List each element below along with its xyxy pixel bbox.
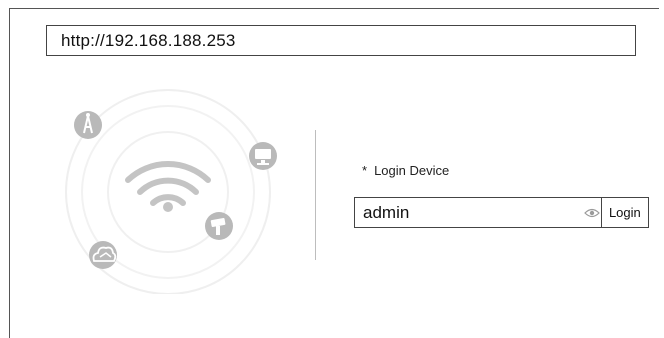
login-form: Login (354, 197, 649, 228)
eye-icon[interactable] (584, 198, 601, 227)
username-input[interactable] (355, 198, 584, 227)
vertical-divider (315, 130, 316, 260)
cloud-icon (89, 241, 117, 269)
network-illustration (65, 89, 277, 294)
wifi-icon (125, 161, 211, 212)
antenna-icon (74, 111, 102, 139)
monitor-icon (249, 142, 277, 170)
url-bar[interactable]: http://192.168.188.253 (46, 25, 636, 56)
login-device-text: Login Device (374, 163, 450, 178)
login-device-label: * Login Device (362, 163, 449, 178)
camera-icon (205, 212, 233, 240)
required-marker: * (362, 163, 368, 178)
login-button[interactable]: Login (600, 198, 648, 227)
